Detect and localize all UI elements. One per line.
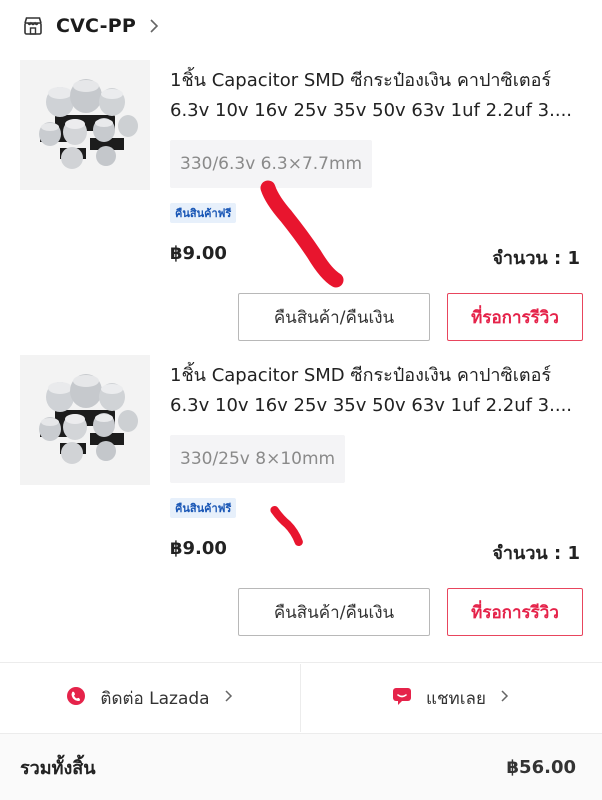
total-value: ฿56.00 [506, 756, 576, 778]
variant-label: 330/25v 8×10mm [170, 435, 346, 483]
product-title-line: 1ชิ้น Capacitor SMD ซีกระป๋องเงิน คาปาซิ… [170, 70, 552, 91]
product-title[interactable]: 1ชิ้น Capacitor SMD ซีกระป๋องเงิน คาปาซิ… [170, 361, 585, 421]
chat-icon [392, 686, 412, 711]
footer-actions: ติดต่อ Lazada แชทเลย [0, 664, 602, 732]
scribble-mark [260, 180, 344, 288]
order-item: 1ชิ้น Capacitor SMD ซีกระป๋องเงิน คาปาซิ… [0, 60, 602, 350]
scribble-mark [270, 505, 303, 547]
product-title-line: 6.3v 10v 16v 25v 35v 50v 63v 1uf 2.2uf 3… [170, 395, 573, 416]
total-label: รวมทั้งสิ้น [20, 757, 96, 779]
free-return-badge: คืนสินค้าฟรี [170, 498, 237, 518]
pending-review-button[interactable]: ที่รอการรีวิว [447, 293, 583, 341]
item-quantity: จำนวน : 1 [492, 248, 580, 269]
chat-now-label: แชทเลย [426, 688, 486, 709]
product-title-line: 6.3v 10v 16v 25v 35v 50v 63v 1uf 2.2uf 3… [170, 100, 573, 121]
return-refund-button[interactable]: คืนสินค้า/คืนเงิน [238, 588, 430, 636]
order-total-bar: รวมทั้งสิ้น ฿56.00 [0, 734, 602, 800]
chevron-right-icon [224, 688, 234, 708]
pending-review-button[interactable]: ที่รอการรีวิว [447, 588, 583, 636]
product-image[interactable] [20, 355, 150, 485]
contact-lazada-label: ติดต่อ Lazada [100, 688, 210, 709]
item-quantity: จำนวน : 1 [492, 543, 580, 564]
chevron-right-icon [500, 688, 510, 708]
item-price: ฿9.00 [170, 243, 227, 264]
store-icon [22, 15, 44, 37]
item-price: ฿9.00 [170, 538, 227, 559]
order-item: 1ชิ้น Capacitor SMD ซีกระป๋องเงิน คาปาซิ… [0, 355, 602, 645]
shop-header[interactable]: CVC-PP [0, 0, 602, 52]
lazada-support-icon [66, 686, 86, 711]
product-image[interactable] [20, 60, 150, 190]
product-title-line: 1ชิ้น Capacitor SMD ซีกระป๋องเงิน คาปาซิ… [170, 365, 552, 386]
variant-label: 330/6.3v 6.3×7.7mm [170, 140, 373, 188]
return-refund-button[interactable]: คืนสินค้า/คืนเงิน [238, 293, 430, 341]
chevron-right-icon[interactable] [148, 18, 160, 34]
product-title[interactable]: 1ชิ้น Capacitor SMD ซีกระป๋องเงิน คาปาซิ… [170, 66, 585, 126]
section-divider [0, 662, 602, 663]
chat-now-button[interactable]: แชทเลย [301, 664, 601, 732]
free-return-badge: คืนสินค้าฟรี [170, 203, 237, 223]
contact-lazada-button[interactable]: ติดต่อ Lazada [0, 664, 300, 732]
shop-name[interactable]: CVC-PP [56, 15, 136, 37]
